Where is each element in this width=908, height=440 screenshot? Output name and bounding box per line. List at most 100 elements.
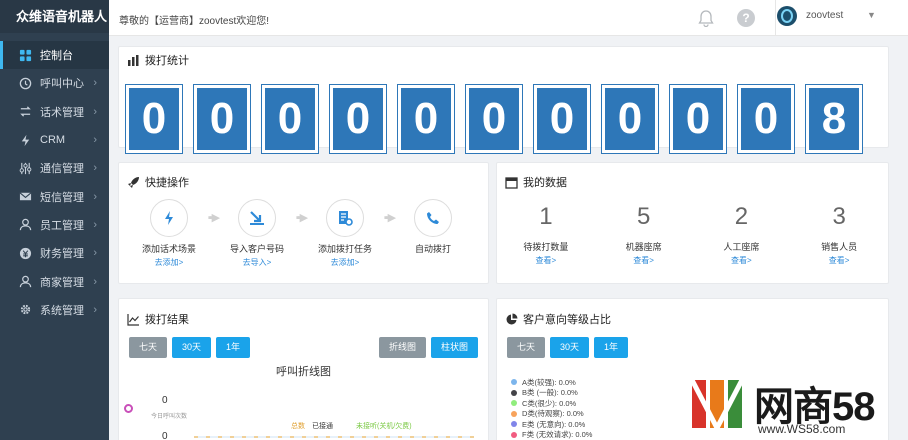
chevron-right-icon: › [93,134,97,147]
chevron-right-icon: › [93,218,97,231]
quick-steps: 添加话术场景 去添加> ▪▪▶ 导入客户号码 去导入> ▪▪▶ 添加拨打任务 去… [139,199,463,268]
step-auto-dial[interactable]: 自动拨打 [403,199,463,257]
stat-label: 销售人员 [821,242,858,252]
range-7d-button[interactable]: 七天 [507,337,546,358]
legend-label: B类 (一般): 0.0% [522,388,578,398]
sidebar-item-crm[interactable]: CRM › [0,126,109,154]
step-label: 导入客户号码 [229,244,284,254]
intent-legend-item[interactable]: D类(待观察): 0.0% [511,409,592,420]
stat-pending: 1 待拨打数量 查看> [497,203,595,266]
sidebar-item-sms[interactable]: 短信管理 › [0,182,109,210]
step-import-numbers[interactable]: 导入客户号码 去导入> [227,199,287,268]
sidebar-item-system[interactable]: 系统管理 › [0,296,109,324]
range-1y-button[interactable]: 1年 [216,337,251,358]
bar-chart-button[interactable]: 柱状图 [431,337,479,358]
intent-legend-item[interactable]: C类(很少): 0.0% [511,398,592,409]
rocket-icon [127,176,140,189]
top-bar: 尊敬的【运营商】zoovtest欢迎您! ? zoovtest ▼ [109,0,908,36]
chevron-right-icon: › [93,247,97,260]
person-icon [18,275,32,289]
counter-digit: 0 [261,84,319,154]
gear-icon [18,303,32,317]
sidebar-item-label: 员工管理 [40,219,84,232]
counter-digit: 0 [737,84,795,154]
step-label: 添加话术场景 [141,244,196,254]
step-link[interactable]: 去添加> [139,257,199,268]
range-7d-button[interactable]: 七天 [129,337,168,358]
mail-icon [18,190,32,204]
watermark-url: www.WS58.com [758,422,846,436]
legend-dot [511,389,517,396]
caret-down-icon[interactable]: ▼ [867,10,876,20]
sidebar-item-label: 商家管理 [40,276,84,289]
line-chart-button[interactable]: 折线图 [379,337,427,358]
chevron-right-icon: › [93,303,97,316]
intent-legend-item[interactable]: F类 (无效请求): 0.0% [511,430,592,440]
stat-value: 3 [832,203,846,230]
username[interactable]: zoovtest [806,10,843,21]
sidebar-item-staff[interactable]: 员工管理 › [0,211,109,239]
sidebar-item-script[interactable]: 话术管理 › [0,98,109,126]
view-link[interactable]: 查看> [790,255,888,266]
app-root: 众维语音机器人 控制台 呼叫中心 › 话术管理 › CRM › 通信管理 › 短… [0,0,908,440]
bell-icon[interactable] [698,9,714,30]
counter-digit: 0 [329,84,387,154]
legend-label: A类(较强): 0.0% [522,377,576,387]
panel-header: 拨打结果 [119,306,488,332]
range-30d-button[interactable]: 30天 [550,337,590,358]
sidebar-item-label: CRM [40,134,66,147]
intent-legend-item[interactable]: A类(较强): 0.0% [511,377,592,388]
help-icon[interactable]: ? [737,9,755,27]
view-link[interactable]: 查看> [595,255,693,266]
brand-title: 众维语音机器人 [0,0,109,33]
sidebar-nav: 控制台 呼叫中心 › 话术管理 › CRM › 通信管理 › 短信管理 › 员工… [0,41,109,324]
avatar[interactable] [777,6,797,26]
legend-dot [511,410,517,417]
sidebar-item-finance[interactable]: 财务管理 › [0,239,109,267]
user-icon [18,218,32,232]
legend-dot [511,421,517,428]
view-link[interactable]: 查看> [497,255,595,266]
chevron-right-icon: › [93,105,97,118]
range-1y-button[interactable]: 1年 [594,337,629,358]
intent-legend-item[interactable]: E类 (无意向): 0.0% [511,419,592,430]
counter-digit: 0 [125,84,183,154]
panel-title: 快捷操作 [145,177,189,189]
stat-value: 2 [734,203,749,230]
stat-human-seats: 2 人工座席 查看> [693,203,791,266]
step-link[interactable]: 去导入> [227,257,287,268]
swap-icon [18,105,32,119]
left-value-2: 0 [162,431,168,440]
quick-actions-panel: 快捷操作 添加话术场景 去添加> ▪▪▶ 导入客户号码 去导入> ▪▪▶ 添加拨… [118,162,489,284]
stat-value: 1 [539,203,553,230]
counter-digit: 0 [193,84,251,154]
intent-legend-item[interactable]: B类 (一般): 0.0% [511,388,592,399]
sidebar-item-merchant[interactable]: 商家管理 › [0,267,109,295]
watermark: 网商58 www.WS58.com [688,372,903,438]
arrow-icon: ▪▪▶ [383,212,396,224]
counter-digit: 8 [805,84,863,154]
legend-label: C类(很少): 0.0% [522,398,577,408]
legend-label: F类 (无效请求): 0.0% [522,430,593,440]
calendar-icon [505,176,518,189]
chevron-right-icon: › [93,275,97,288]
sidebar-item-label: 话术管理 [40,106,84,119]
range-30d-button[interactable]: 30天 [172,337,212,358]
view-link[interactable]: 查看> [693,255,791,266]
step-add-task[interactable]: 添加拨打任务 去添加> [315,199,375,268]
step-link[interactable]: 去添加> [315,257,375,268]
sidebar-item-label: 系统管理 [40,304,84,317]
sidebar-item-dashboard[interactable]: 控制台 [0,41,109,70]
legend-dot [511,431,517,438]
sidebar-item-communication[interactable]: 通信管理 › [0,154,109,182]
step-add-scene[interactable]: 添加话术场景 去添加> [139,199,199,268]
legend-label: E类 (无意向): 0.0% [522,419,586,429]
panel-title: 拨打统计 [145,55,189,67]
sidebar-item-call-center[interactable]: 呼叫中心 › [0,69,109,97]
arrow-icon: ▪▪▶ [207,212,220,224]
counter-digit: 0 [465,84,523,154]
phone-icon [414,199,452,237]
bolt-icon [18,133,32,147]
counter-digit: 0 [397,84,455,154]
marker-icon [124,404,133,413]
